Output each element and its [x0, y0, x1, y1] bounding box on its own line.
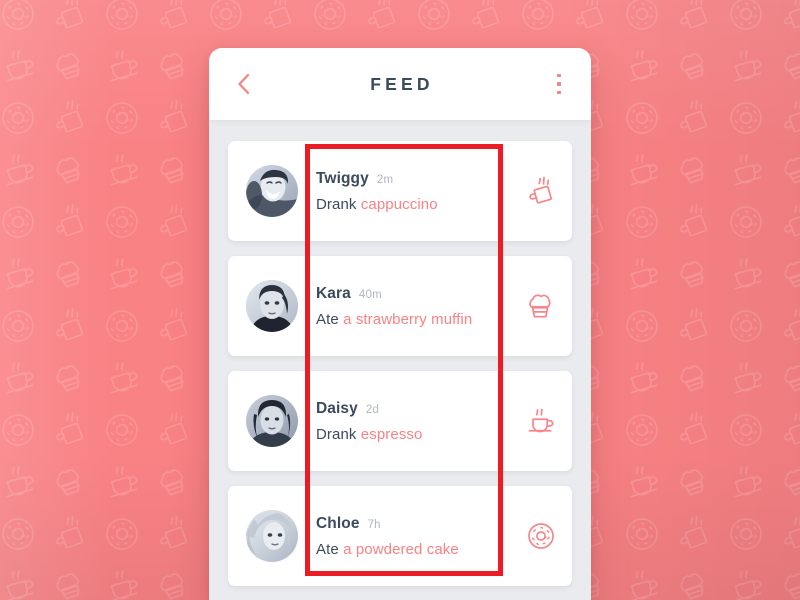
user-name: Chloe [316, 514, 360, 532]
activity-text: Drank cappuccino [316, 196, 510, 213]
espresso-cup-icon [528, 408, 554, 433]
activity-item: espresso [360, 425, 423, 443]
timestamp: 2m [376, 173, 394, 186]
mug-icon [529, 176, 552, 204]
feed-card-body: Daisy 2d Drank espresso [298, 400, 510, 443]
feed-card-header: Twiggy 2m [316, 170, 510, 188]
avatar [246, 395, 298, 447]
muffin-icon [529, 294, 551, 318]
activity-text: Ate a powdered cake [316, 541, 510, 558]
donut-icon [528, 523, 554, 549]
activity-item: a strawberry muffin [343, 310, 473, 328]
overflow-menu-button[interactable] [547, 70, 571, 98]
activity-item: cappuccino [360, 195, 438, 213]
back-button[interactable] [229, 70, 257, 98]
avatar-chloe-photo [246, 510, 298, 562]
activity-verb: Drank [316, 195, 357, 213]
feed-card-header: Daisy 2d [316, 400, 510, 418]
menu-dot [557, 73, 561, 78]
avatar [246, 280, 298, 332]
feed-card-body: Kara 40m Ate a strawberry muffin [298, 285, 510, 328]
activity-item: a powdered cake [343, 540, 459, 558]
user-name: Twiggy [316, 169, 369, 187]
activity-verb: Ate [316, 540, 339, 558]
feed-card[interactable]: Daisy 2d Drank espresso [228, 371, 572, 471]
avatar-kara-photo [246, 280, 298, 332]
activity-icon-slot[interactable] [510, 289, 572, 323]
avatar [246, 510, 298, 562]
activity-icon-slot[interactable] [510, 404, 572, 438]
timestamp: 7h [367, 518, 381, 531]
avatar-daisy-photo [246, 395, 298, 447]
feed-card-body: Chloe 7h Ate a powdered cake [298, 515, 510, 558]
phone-panel: FEED Twiggy 2m Drank cappuccino Kara 40m… [209, 48, 591, 600]
activity-icon-slot[interactable] [510, 174, 572, 208]
menu-dot [557, 90, 561, 95]
user-name: Daisy [316, 399, 358, 417]
activity-verb: Drank [316, 425, 357, 443]
feed-card[interactable]: Twiggy 2m Drank cappuccino [228, 141, 572, 241]
timestamp: 40m [358, 288, 382, 301]
user-name: Kara [316, 284, 351, 302]
feed-card[interactable]: Chloe 7h Ate a powdered cake [228, 486, 572, 586]
avatar-twiggy-photo [246, 165, 298, 217]
menu-dot [557, 82, 561, 86]
activity-icon-slot[interactable] [510, 520, 572, 552]
feed-card-body: Twiggy 2m Drank cappuccino [298, 170, 510, 213]
app-header: FEED [209, 48, 591, 120]
activity-verb: Ate [316, 310, 339, 328]
chevron-left-icon [237, 73, 249, 95]
feed-list: Twiggy 2m Drank cappuccino Kara 40m Ate … [209, 120, 591, 586]
feed-card[interactable]: Kara 40m Ate a strawberry muffin [228, 256, 572, 356]
timestamp: 2d [365, 403, 380, 416]
activity-text: Ate a strawberry muffin [316, 311, 510, 328]
avatar [246, 165, 298, 217]
activity-text: Drank espresso [316, 426, 510, 443]
feed-card-header: Chloe 7h [316, 515, 510, 533]
feed-card-header: Kara 40m [316, 285, 510, 303]
page-title: FEED [370, 73, 434, 94]
